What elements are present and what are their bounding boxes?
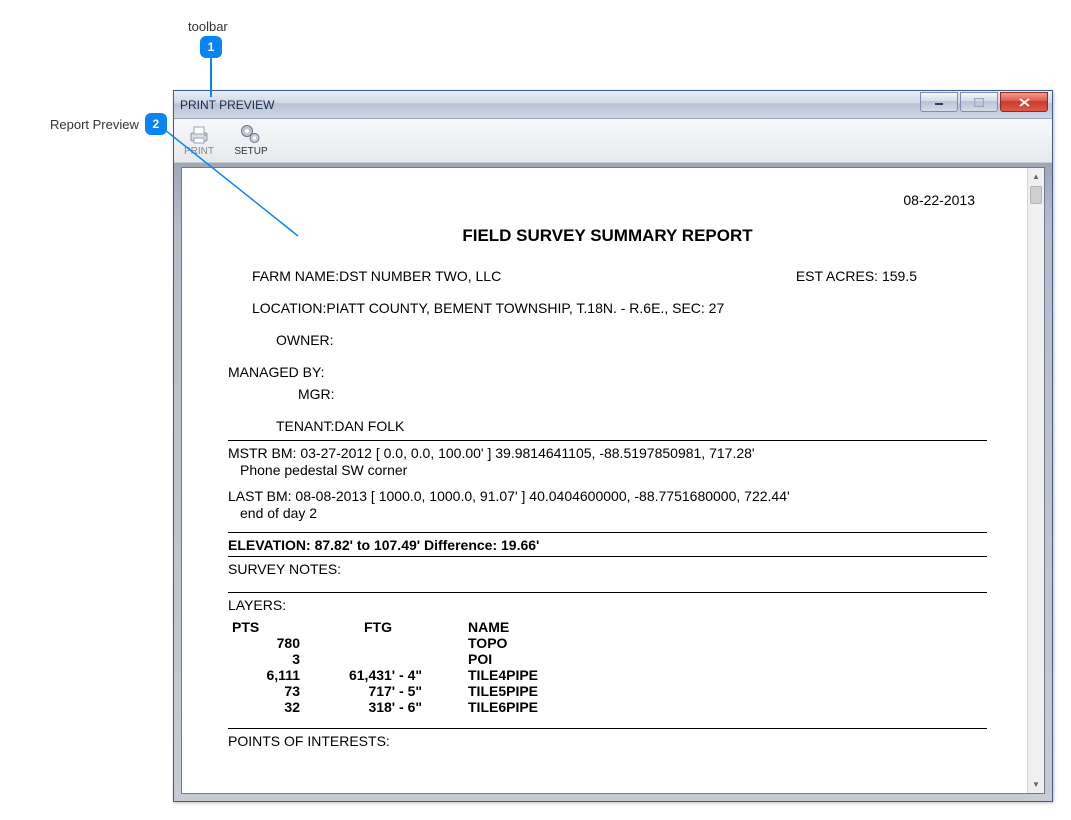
- close-button[interactable]: [1000, 92, 1048, 112]
- cell-name: TILE6PIPE: [448, 699, 628, 715]
- table-row: 6,111 61,431' - 4" TILE4PIPE: [228, 667, 987, 683]
- tenant-label: TENANT:: [276, 418, 334, 434]
- table-row: 780 TOPO: [228, 635, 987, 651]
- last-bm: LAST BM: 08-08-2013 [ 1000.0, 1000.0, 91…: [228, 488, 987, 504]
- annotation-toolbar-label: toolbar: [188, 19, 228, 34]
- content-wrap: 08-22-2013 FIELD SURVEY SUMMARY REPORT F…: [174, 163, 1052, 801]
- layers-label: LAYERS:: [228, 597, 987, 613]
- mgr-label: MGR:: [298, 386, 335, 402]
- print-icon: [188, 124, 210, 146]
- cell-ftg: 61,431' - 4": [308, 667, 448, 683]
- hdr-ftg: FTG: [308, 619, 448, 635]
- close-icon: [1019, 98, 1030, 107]
- mstr-bm: MSTR BM: 03-27-2012 [ 0.0, 0.0, 100.00' …: [228, 445, 987, 461]
- print-label: PRINT: [184, 146, 214, 157]
- tenant-value: DAN FOLK: [334, 418, 404, 434]
- divider-1: [228, 440, 987, 441]
- cell-name: TILE5PIPE: [448, 683, 628, 699]
- window-controls: [920, 91, 1052, 118]
- last-bm-note: end of day 2: [228, 505, 987, 521]
- table-row: 73 717' - 5" TILE5PIPE: [228, 683, 987, 699]
- annotation-toolbar-pointer: [210, 55, 212, 97]
- titlebar[interactable]: PRINT PREVIEW: [174, 91, 1052, 119]
- row-managed-by: MANAGED BY:: [228, 364, 987, 380]
- cell-pts: 3: [228, 651, 308, 667]
- layers-header: PTS FTG NAME: [228, 619, 987, 635]
- cell-pts: 780: [228, 635, 308, 651]
- row-mgr: MGR:: [228, 386, 987, 402]
- cell-pts: 32: [228, 699, 308, 715]
- est-acres-block: EST ACRES: 159.5: [796, 268, 917, 284]
- divider-5: [228, 728, 987, 729]
- maximize-button[interactable]: [960, 92, 998, 112]
- cell-ftg: [308, 635, 448, 651]
- toolbar: PRINT SETUP: [174, 119, 1052, 163]
- elevation-line: ELEVATION: 87.82' to 107.49' Difference:…: [228, 537, 987, 553]
- table-row: 32 318' - 6" TILE6PIPE: [228, 699, 987, 715]
- annotation-preview: Report Preview 2: [50, 113, 167, 135]
- row-tenant: TENANT:DAN FOLK: [228, 418, 987, 434]
- layers-table: PTS FTG NAME 780 TOPO 3 POI: [228, 619, 987, 716]
- cell-pts: 73: [228, 683, 308, 699]
- cell-pts: 6,111: [228, 667, 308, 683]
- setup-label: SETUP: [234, 146, 267, 157]
- location-label: LOCATION:: [252, 300, 326, 316]
- farm-name-label: FARM NAME:: [252, 268, 339, 284]
- location-value: PIATT COUNTY, BEMENT TOWNSHIP, T.18N. - …: [326, 300, 724, 316]
- report-viewport: 08-22-2013 FIELD SURVEY SUMMARY REPORT F…: [181, 167, 1045, 794]
- print-button[interactable]: PRINT: [178, 121, 220, 161]
- annotation-toolbar: toolbar: [188, 19, 228, 34]
- cell-name: TILE4PIPE: [448, 667, 628, 683]
- scrollbar[interactable]: ▲ ▼: [1027, 168, 1044, 793]
- scroll-down-arrow[interactable]: ▼: [1028, 776, 1044, 793]
- setup-icon: [240, 124, 262, 146]
- est-acres-value: 159.5: [882, 268, 917, 284]
- cell-name: TOPO: [448, 635, 628, 651]
- scroll-up-arrow[interactable]: ▲: [1028, 168, 1044, 185]
- report-date: 08-22-2013: [228, 192, 987, 208]
- est-acres-label: EST ACRES:: [796, 268, 882, 284]
- setup-button[interactable]: SETUP: [230, 121, 272, 161]
- cell-ftg: 318' - 6": [308, 699, 448, 715]
- farm-name-value: DST NUMBER TWO, LLC: [339, 268, 501, 284]
- hdr-name: NAME: [448, 619, 628, 635]
- farm-name-block: FARM NAME:DST NUMBER TWO, LLC: [252, 268, 501, 284]
- divider-2: [228, 532, 987, 533]
- hdr-pts: PTS: [228, 619, 308, 635]
- cell-name: POI: [448, 651, 628, 667]
- row-owner: OWNER:: [228, 332, 987, 348]
- managed-by-label: MANAGED BY:: [228, 364, 324, 380]
- owner-label: OWNER:: [276, 332, 334, 348]
- report-page: 08-22-2013 FIELD SURVEY SUMMARY REPORT F…: [182, 168, 1027, 793]
- divider-3: [228, 556, 987, 557]
- minimize-button[interactable]: [920, 92, 958, 112]
- mstr-bm-note: Phone pedestal SW corner: [228, 462, 987, 478]
- annotation-marker-2: 2: [145, 113, 167, 135]
- cell-ftg: 717' - 5": [308, 683, 448, 699]
- annotation-preview-label: Report Preview: [50, 117, 139, 132]
- minimize-icon: [934, 98, 944, 106]
- maximize-icon: [974, 98, 984, 107]
- scroll-thumb[interactable]: [1030, 186, 1042, 204]
- table-row: 3 POI: [228, 651, 987, 667]
- titlebar-title: PRINT PREVIEW: [180, 98, 274, 112]
- window: PRINT PREVIEW: [173, 90, 1053, 802]
- survey-notes-label: SURVEY NOTES:: [228, 561, 987, 577]
- row-location: LOCATION:PIATT COUNTY, BEMENT TOWNSHIP, …: [228, 300, 987, 316]
- poi-label: POINTS OF INTERESTS:: [228, 733, 987, 749]
- report-title: FIELD SURVEY SUMMARY REPORT: [228, 226, 987, 246]
- row-farm-acres: FARM NAME:DST NUMBER TWO, LLC EST ACRES:…: [228, 268, 987, 284]
- cell-ftg: [308, 651, 448, 667]
- divider-4: [228, 592, 987, 593]
